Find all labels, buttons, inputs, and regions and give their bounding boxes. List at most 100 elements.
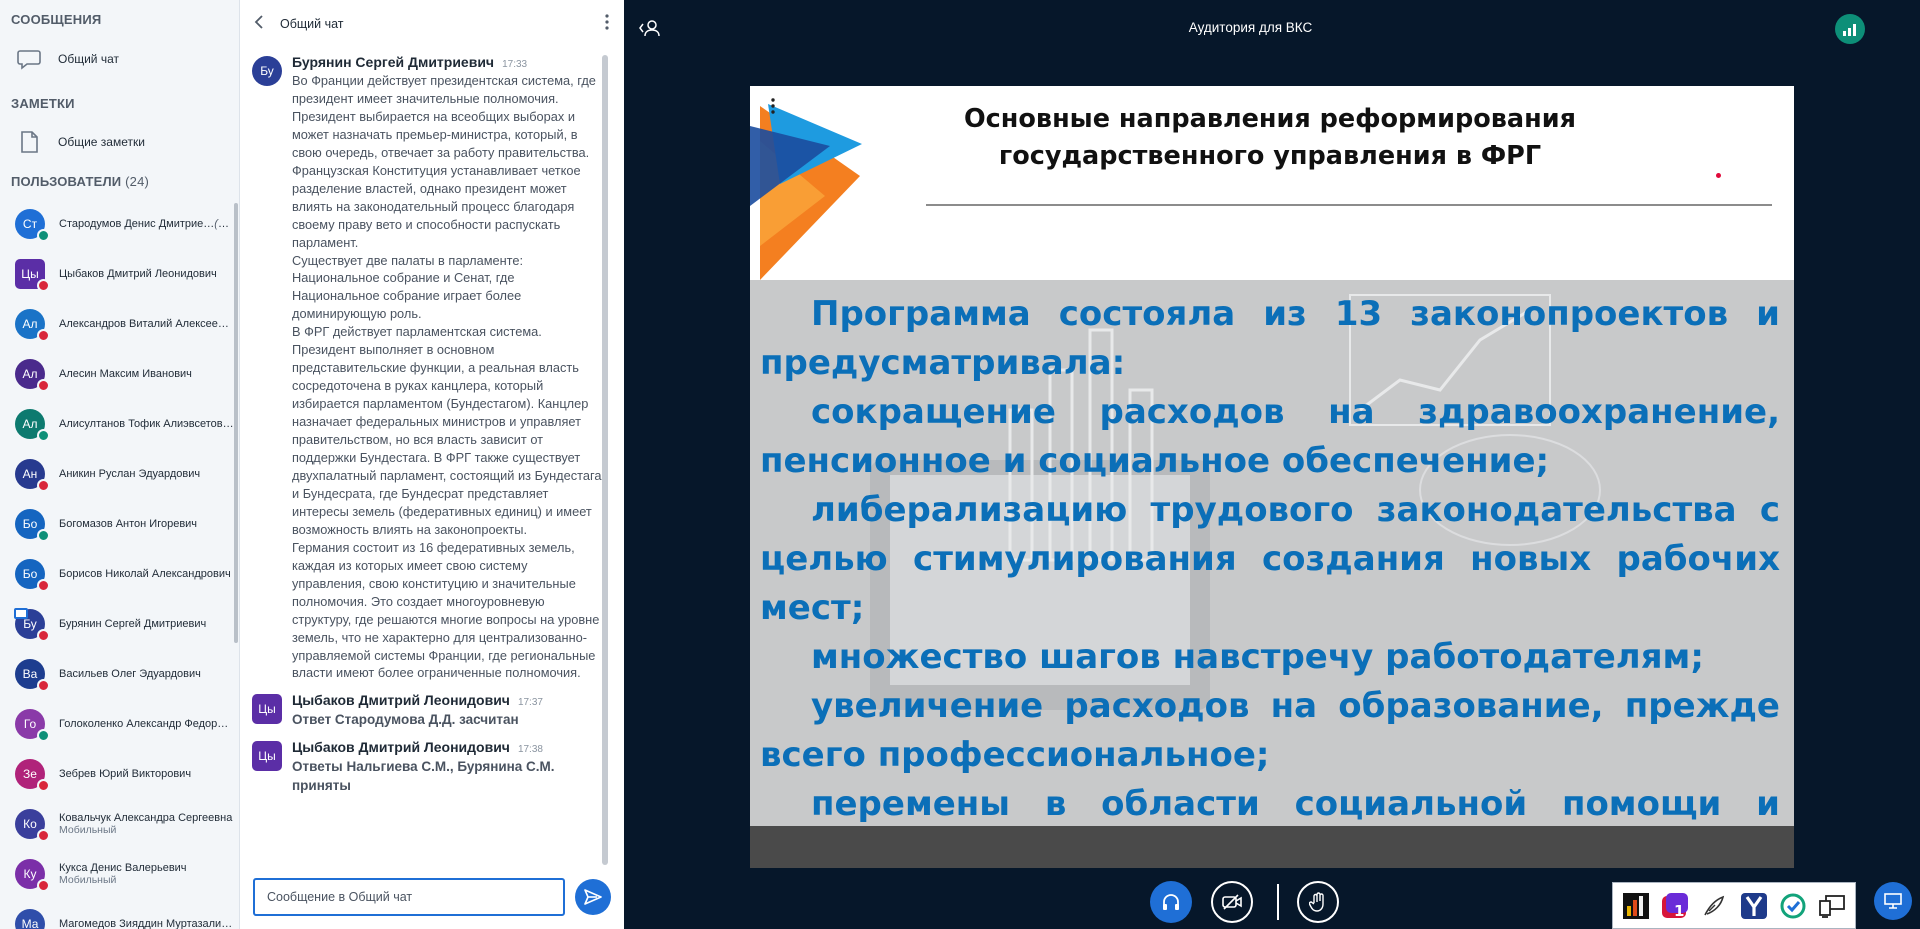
avatar-initials: Ко xyxy=(23,817,37,831)
user-name: Магомедов Зияддин Муртазалие… xyxy=(59,918,234,929)
users-scrollbar[interactable] xyxy=(234,203,238,643)
notification-badge-icon[interactable]: 1 xyxy=(1660,890,1690,922)
users-title: ПОЛЬЗОВАТЕЛИ xyxy=(11,174,122,189)
avatar-initials: Ма xyxy=(21,917,39,929)
user-name-line: Аникин Руслан Эдуардович xyxy=(59,468,234,480)
user-name: Аникин Руслан Эдуардович xyxy=(59,468,201,480)
user-list-item[interactable]: Цы Цыбаков Дмитрий Леонидович xyxy=(0,249,234,299)
user-list-item[interactable]: Го Голоколенко Александр Федоро… xyxy=(0,699,234,749)
user-list-item[interactable]: Ал Алисултанов Тофик Алиэвсетович xyxy=(0,399,234,449)
avatar: Ал xyxy=(15,309,50,342)
user-list-item[interactable]: Ал Александров Виталий Алексеевич xyxy=(0,299,234,349)
chat-scrollbar[interactable] xyxy=(602,55,608,865)
user-info: Голоколенко Александр Федоро… xyxy=(59,718,234,730)
controls-divider xyxy=(1277,884,1279,920)
user-list-item[interactable]: Бо Богомазов Антон Игоревич xyxy=(0,499,234,549)
avatar: Ма xyxy=(15,909,45,929)
headphones-button[interactable] xyxy=(1150,881,1192,923)
more-vertical-icon[interactable] xyxy=(604,13,610,35)
network-icon[interactable] xyxy=(1817,890,1847,922)
users-section-title: ПОЛЬЗОВАТЕЛИ (24) xyxy=(0,174,160,189)
avatar: Цы xyxy=(252,694,282,725)
message-text: Ответы Нальгиева С.М., Бурянина С.М. при… xyxy=(292,759,559,794)
user-list-item[interactable]: Бу Бурянин Сергей Дмитриевич xyxy=(0,599,234,649)
sidebar: СООБЩЕНИЯ Общий чат ЗАМЕТКИ Общие заметк… xyxy=(0,0,240,929)
avatar: Ку xyxy=(15,859,50,892)
you-label: (Вы) xyxy=(214,218,234,230)
user-list-item[interactable]: Ва Васильев Олег Эдуардович xyxy=(0,649,234,699)
avatar-initials: Ст xyxy=(22,217,38,231)
user-name-line: Стародумов Денис Дмитрие…(Вы) xyxy=(59,218,234,230)
shared-notes-item[interactable]: Общие заметки xyxy=(0,125,239,159)
messages-section-title: СООБЩЕНИЯ xyxy=(11,12,102,27)
user-name: Борисов Николай Александрович xyxy=(59,568,231,580)
chat-message-input[interactable] xyxy=(253,878,565,916)
user-info: Алесин Максим Иванович xyxy=(59,368,234,380)
user-info: Стародумов Денис Дмитрие…(Вы) xyxy=(59,218,234,230)
user-name-line: Бурянин Сергей Дмитриевич xyxy=(59,618,234,630)
stats-app-icon[interactable] xyxy=(1621,890,1651,922)
user-name-line: Алесин Максим Иванович xyxy=(59,368,234,380)
message-author: Бурянин Сергей Дмитриевич xyxy=(292,54,495,70)
user-name-line: Алисултанов Тофик Алиэвсетович xyxy=(59,418,234,430)
message-time: 17:33 xyxy=(502,59,528,70)
raise-hand-button[interactable] xyxy=(1297,881,1339,923)
user-name: Зебрев Юрий Викторович xyxy=(59,768,192,780)
send-icon xyxy=(584,889,602,905)
message-header: Цыбаков Дмитрий Леонидович 17:38 xyxy=(292,739,602,755)
send-button[interactable] xyxy=(575,879,611,915)
public-chat-item[interactable]: Общий чат xyxy=(0,42,239,76)
notes-section-title: ЗАМЕТКИ xyxy=(11,96,75,111)
avatar: Зе xyxy=(15,759,50,792)
avatar: Го xyxy=(15,709,50,742)
user-list-item[interactable]: Ма Магомедов Зияддин Муртазалие… xyxy=(0,899,234,929)
user-info: Аникин Руслан Эдуардович xyxy=(59,468,234,480)
user-list-item[interactable]: Зе Зебрев Юрий Викторович xyxy=(0,749,234,799)
user-info: Зебрев Юрий Викторович xyxy=(59,768,234,780)
avatar: Ва xyxy=(15,659,50,692)
microphone-muted-icon xyxy=(37,679,50,692)
presenter-icon xyxy=(14,608,28,619)
user-list-item[interactable]: Ку Кукса Денис Валерьевич Мобильный xyxy=(0,849,234,899)
user-info: Ковальчук Александра Сергеевна Мобильный xyxy=(59,812,234,836)
user-info: Цыбаков Дмитрий Леонидович xyxy=(59,268,234,280)
user-name: Алисултанов Тофик Алиэвсетович xyxy=(59,418,234,430)
connection-status-icon[interactable] xyxy=(1835,14,1865,44)
user-info: Кукса Денис Валерьевич Мобильный xyxy=(59,862,234,886)
public-chat-label: Общий чат xyxy=(58,52,119,66)
user-list: Ст Стародумов Денис Дмитрие…(Вы) Цы Цыбаков… xyxy=(0,199,234,929)
yandex-icon[interactable] xyxy=(1739,890,1769,922)
avatar-initials: Бо xyxy=(22,567,38,581)
user-device-label: Мобильный xyxy=(59,824,117,836)
presentation-toggle-button[interactable] xyxy=(1874,882,1912,920)
slide-paragraph: либерализацию трудового законодательства… xyxy=(760,490,1780,628)
message-text: Во Франции действует президентская систе… xyxy=(292,73,602,681)
avatar-initials: Ал xyxy=(22,317,38,331)
slide-options-icon[interactable] xyxy=(770,98,776,119)
user-list-item[interactable]: Ан Аникин Руслан Эдуардович xyxy=(0,449,234,499)
message-time: 17:38 xyxy=(517,744,543,756)
user-list-item[interactable]: Ко Ковальчук Александра Сергеевна Мобильны… xyxy=(0,799,234,849)
feather-icon[interactable] xyxy=(1699,890,1729,922)
user-name-line: Борисов Николай Александрович xyxy=(59,568,234,580)
audio-listen-icon xyxy=(37,429,50,442)
slide-body: Программа состояла из 13 законопроектов … xyxy=(750,280,1794,868)
user-name: Цыбаков Дмитрий Леонидович xyxy=(59,268,217,280)
user-name-line: Васильев Олег Эдуардович xyxy=(59,668,234,680)
user-name: Александров Виталий Алексеевич xyxy=(59,318,234,330)
chevron-left-icon[interactable] xyxy=(254,14,274,34)
user-list-item[interactable]: Ст Стародумов Денис Дмитрие…(Вы) xyxy=(0,199,234,249)
camera-off-button[interactable] xyxy=(1211,881,1253,923)
user-info: Магомедов Зияддин Муртазалие… xyxy=(59,918,234,929)
user-list-item[interactable]: Ал Алесин Максим Иванович xyxy=(0,349,234,399)
user-list-item[interactable]: Бо Борисов Николай Александрович xyxy=(0,549,234,599)
chat-message: Цы Цыбаков Дмитрий Леонидович 17:38 Ответы … xyxy=(240,739,624,795)
avatar-initials: Цы xyxy=(258,749,276,764)
audio-listen-icon xyxy=(37,229,50,242)
user-device-label: Мобильный xyxy=(59,874,117,886)
message-list: Бу Бурянин Сергей Дмитриевич 17:33 Во Франц… xyxy=(240,54,624,795)
user-info: Александров Виталий Алексеевич xyxy=(59,318,234,330)
users-count: (24) xyxy=(125,174,150,189)
sync-icon[interactable] xyxy=(1778,890,1808,922)
user-info: Богомазов Антон Игоревич xyxy=(59,518,234,530)
